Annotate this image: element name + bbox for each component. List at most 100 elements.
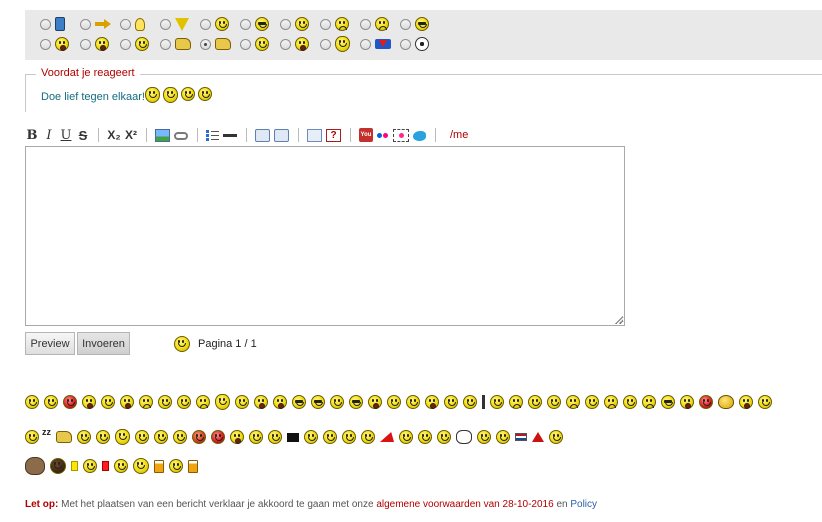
icon-option-phone[interactable] xyxy=(40,17,80,31)
radio-button[interactable] xyxy=(240,38,251,50)
icon-option-arrow[interactable] xyxy=(80,17,120,31)
pirate-icon[interactable] xyxy=(292,395,306,409)
quote-icon[interactable] xyxy=(255,128,270,142)
radio-button[interactable] xyxy=(160,18,171,30)
icon-option-smile-4[interactable] xyxy=(240,37,280,51)
terms-link[interactable]: algemene voorwaarden van 28-10-2016 xyxy=(376,499,553,510)
cheerleader-icon[interactable] xyxy=(249,430,263,444)
radio-button[interactable] xyxy=(320,18,331,30)
icon-option-superman[interactable] xyxy=(360,38,400,50)
pete-icon[interactable] xyxy=(50,458,66,474)
dutch-flag-icon[interactable] xyxy=(515,433,527,441)
smile-icon[interactable] xyxy=(96,430,110,444)
radio-button[interactable] xyxy=(120,38,131,50)
tongue-out-icon[interactable] xyxy=(680,395,694,409)
radio-button[interactable] xyxy=(360,38,371,50)
cow-icon[interactable] xyxy=(456,430,472,444)
icon-option-shades[interactable] xyxy=(240,17,280,31)
smile-icon[interactable] xyxy=(547,395,561,409)
grin-icon[interactable] xyxy=(82,395,96,409)
icon-option-grin[interactable] xyxy=(40,37,80,51)
twitter-icon[interactable] xyxy=(413,131,426,141)
gentleman-icon[interactable] xyxy=(304,430,318,444)
crying-icon[interactable] xyxy=(509,395,523,409)
sack-icon[interactable] xyxy=(25,457,45,475)
icon-option-soccer[interactable] xyxy=(400,37,440,51)
youtube-icon[interactable]: You xyxy=(359,128,373,142)
me-action-button[interactable]: /me xyxy=(450,129,468,141)
hammer-icon[interactable] xyxy=(173,430,187,444)
icon-option-thumbs-down[interactable] xyxy=(160,38,200,50)
radio-button[interactable] xyxy=(40,18,51,30)
sad-icon[interactable] xyxy=(604,395,618,409)
smile-icon[interactable] xyxy=(490,395,504,409)
angel-icon[interactable] xyxy=(585,395,599,409)
icon-option-smile-3[interactable] xyxy=(120,37,160,51)
eating-icon[interactable] xyxy=(77,430,91,444)
smile-icon[interactable] xyxy=(177,395,191,409)
clown-icon[interactable] xyxy=(406,395,420,409)
icon-option-tongue[interactable] xyxy=(280,37,320,51)
neutral-icon[interactable] xyxy=(623,395,637,409)
thumbs-up-icon[interactable] xyxy=(56,431,72,443)
insert-link-icon[interactable] xyxy=(174,132,188,140)
radio-button[interactable] xyxy=(200,18,211,30)
strikethrough-button[interactable]: S xyxy=(76,127,90,143)
neutral-icon[interactable] xyxy=(158,395,172,409)
smile-icon[interactable] xyxy=(496,430,510,444)
radio-button[interactable] xyxy=(400,38,411,50)
icon-option-surprised[interactable] xyxy=(80,37,120,51)
shocked-icon[interactable] xyxy=(425,395,439,409)
whistle-icon[interactable] xyxy=(135,430,149,444)
sunglasses-icon[interactable] xyxy=(661,395,675,409)
message-textarea[interactable] xyxy=(25,146,625,326)
mad-icon[interactable] xyxy=(368,395,382,409)
angel-icon[interactable] xyxy=(418,430,432,444)
dance-icon[interactable] xyxy=(268,430,282,444)
superscript-button[interactable]: X² xyxy=(124,127,138,143)
radio-button-selected[interactable] xyxy=(200,38,211,50)
smile-icon[interactable] xyxy=(235,395,249,409)
quote-reply-icon[interactable] xyxy=(274,128,289,142)
cool-icon[interactable] xyxy=(311,395,325,409)
icon-option-cool[interactable] xyxy=(400,17,440,31)
embed-media-icon[interactable] xyxy=(393,128,409,142)
smile-icon[interactable] xyxy=(174,336,190,352)
reindeer-icon[interactable] xyxy=(437,430,451,444)
bullet-list-icon[interactable] xyxy=(206,129,219,142)
sinterklaas-icon[interactable] xyxy=(549,430,563,444)
smile-icon[interactable] xyxy=(528,395,542,409)
help-icon[interactable]: ? xyxy=(326,128,341,142)
radio-button[interactable] xyxy=(240,18,251,30)
italic-button[interactable]: I xyxy=(42,127,56,143)
icon-option-frown[interactable] xyxy=(360,17,400,31)
icon-option-smile-2[interactable] xyxy=(280,17,320,31)
tongue-icon[interactable] xyxy=(273,395,287,409)
wink-icon[interactable] xyxy=(323,430,337,444)
chick-icon[interactable] xyxy=(718,395,734,409)
shout-icon[interactable] xyxy=(739,395,753,409)
grumpy-icon[interactable] xyxy=(642,395,656,409)
radio-button[interactable] xyxy=(40,38,51,50)
smile-icon[interactable] xyxy=(44,395,58,409)
radio-button[interactable] xyxy=(160,38,171,50)
wave-icon[interactable] xyxy=(154,430,168,444)
bat-wings-icon[interactable] xyxy=(133,458,149,474)
kiss-icon[interactable] xyxy=(115,429,130,445)
smile-icon[interactable] xyxy=(387,395,401,409)
code-icon[interactable] xyxy=(307,128,322,142)
angry-red-icon[interactable] xyxy=(63,395,77,409)
referee-yellow-icon[interactable] xyxy=(83,459,97,473)
exclamation-icon[interactable] xyxy=(482,395,485,409)
smile-icon[interactable] xyxy=(463,395,477,409)
surprised-icon[interactable] xyxy=(254,395,268,409)
radio-button[interactable] xyxy=(320,38,331,50)
cry-icon[interactable] xyxy=(139,395,153,409)
drink-icon[interactable] xyxy=(211,430,225,444)
underline-button[interactable]: U xyxy=(59,127,73,143)
icon-option-thumbs-up[interactable] xyxy=(200,38,240,50)
kiss-icon[interactable] xyxy=(215,394,230,410)
preview-button[interactable]: Preview xyxy=(25,332,75,355)
insert-image-icon[interactable] xyxy=(155,128,170,142)
bold-button[interactable]: B xyxy=(25,127,39,143)
